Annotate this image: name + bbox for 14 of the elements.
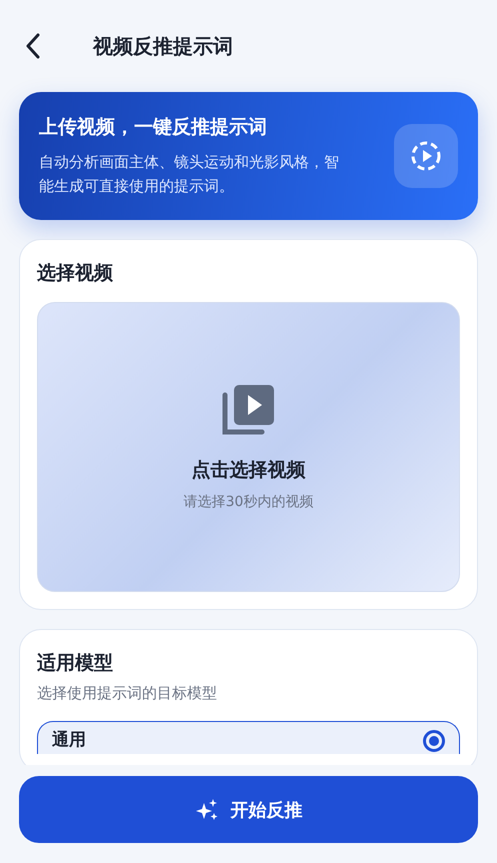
- hero-title: 上传视频，一键反推提示词: [39, 115, 268, 140]
- start-button[interactable]: 开始反推: [19, 776, 478, 843]
- section-subtitle: 选择使用提示词的目标模型: [37, 684, 218, 703]
- model-option[interactable]: 通用: [37, 721, 460, 754]
- upload-label: 点击选择视频: [192, 458, 306, 483]
- video-upload-area[interactable]: 点击选择视频 请选择30秒内的视频: [37, 302, 460, 592]
- page-title: 视频反推提示词: [93, 32, 233, 60]
- video-library-icon: [222, 383, 276, 437]
- sparkle-icon: [194, 798, 218, 822]
- upload-hint: 请选择30秒内的视频: [184, 493, 314, 511]
- section-title: 适用模型: [37, 651, 114, 676]
- video-analysis-icon: [394, 124, 458, 188]
- section-title: 选择视频: [37, 261, 114, 286]
- hero-description: 自动分析画面主体、镜头运动和光影风格，智能生成可直接使用的提示词。: [39, 152, 339, 197]
